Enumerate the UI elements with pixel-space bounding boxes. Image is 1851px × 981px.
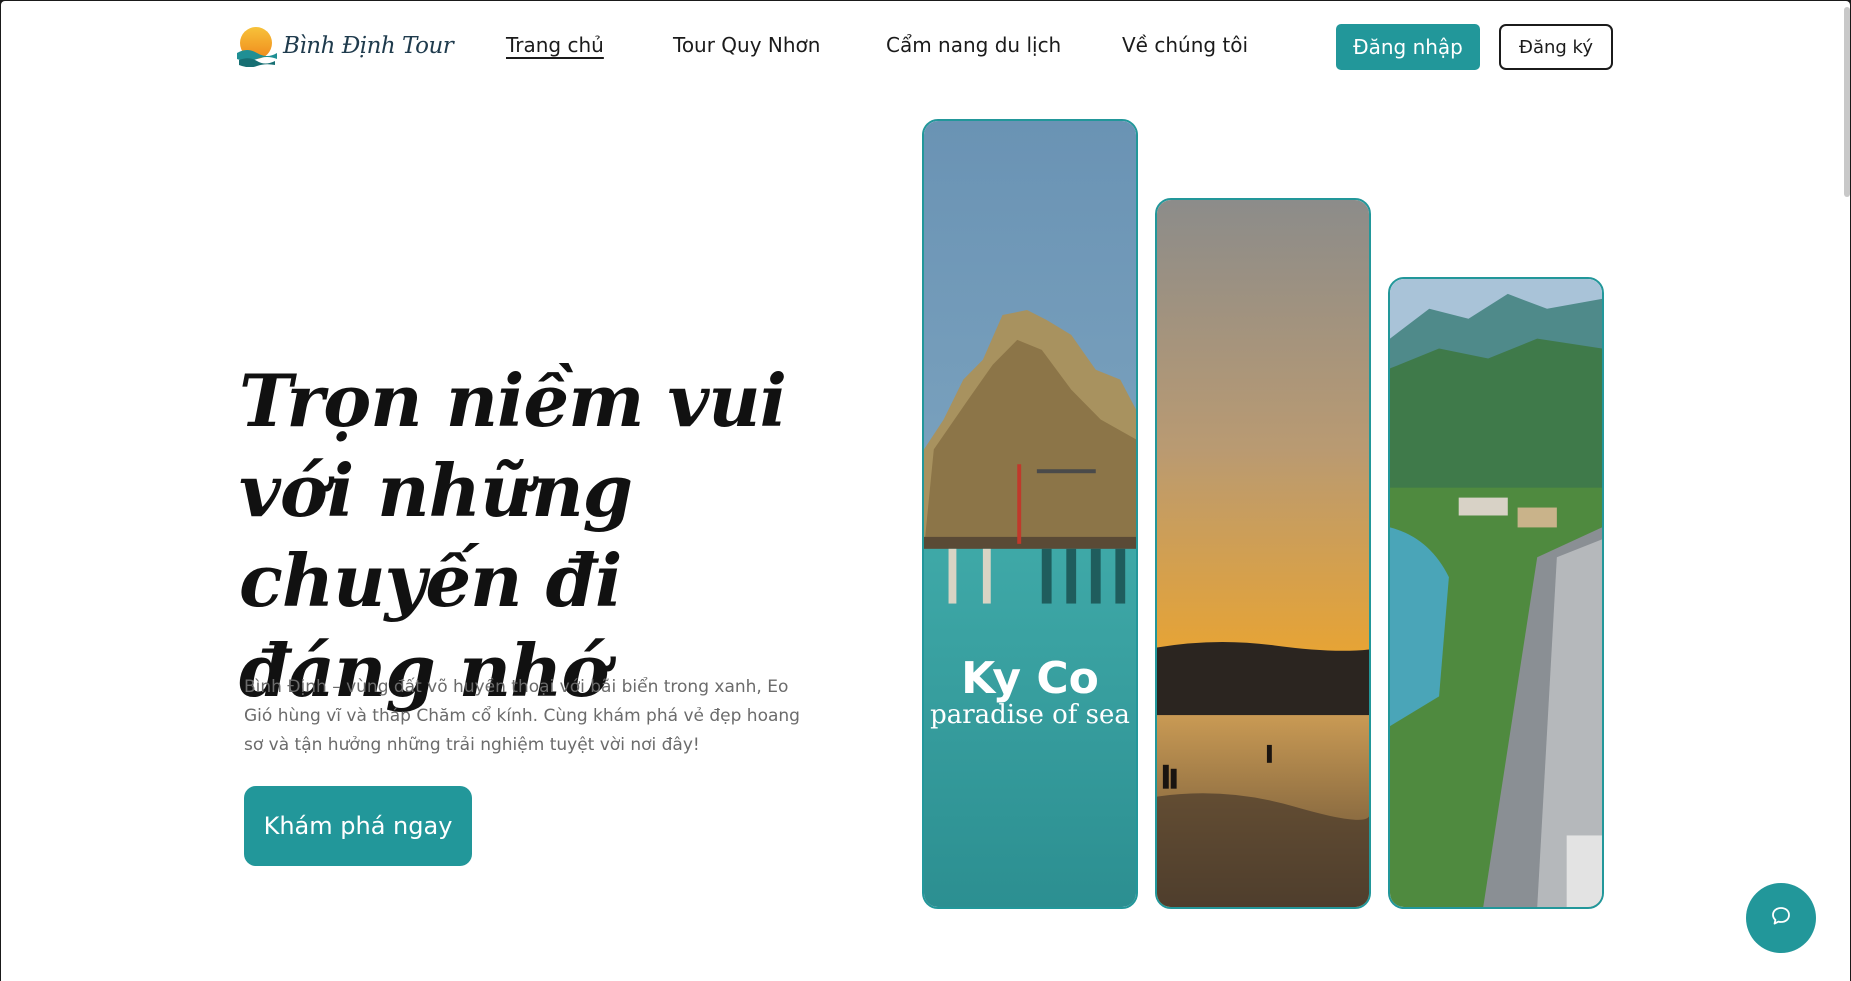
brand-name: Bình Định Tour bbox=[283, 33, 454, 59]
sunset-beach-photo bbox=[1157, 200, 1369, 907]
coastal-road-photo bbox=[1390, 279, 1602, 907]
card-caption-title: Ky Co bbox=[961, 653, 1099, 704]
nav-item-tours[interactable]: Tour Quy Nhơn bbox=[673, 33, 820, 57]
nav-item-about[interactable]: Về chúng tôi bbox=[1122, 33, 1248, 57]
login-button[interactable]: Đăng nhập bbox=[1336, 24, 1480, 70]
card-caption-subtitle: paradise of sea bbox=[930, 700, 1130, 730]
register-button[interactable]: Đăng ký bbox=[1499, 24, 1613, 70]
photo-card-coastal-road[interactable] bbox=[1388, 277, 1604, 909]
hero-description: Bình Định – vùng đất võ huyền thoại với … bbox=[244, 677, 800, 755]
chat-button[interactable] bbox=[1746, 883, 1816, 953]
explore-now-button[interactable]: Khám phá ngay bbox=[244, 786, 472, 866]
nav-item-home[interactable]: Trang chủ bbox=[506, 33, 604, 57]
nav-item-guide[interactable]: Cẩm nang du lịch bbox=[886, 33, 1061, 57]
ky-co-photo bbox=[924, 121, 1136, 907]
ky-co-caption: Ky Co paradise of sea bbox=[924, 653, 1136, 730]
sun-wave-logo-icon bbox=[235, 25, 277, 68]
chat-bubble-icon bbox=[1770, 905, 1792, 931]
hero-title: Trọn niềm vui với những chuyến đi đáng n… bbox=[239, 358, 787, 713]
photo-card-ky-co[interactable]: Ky Co paradise of sea bbox=[922, 119, 1138, 909]
brand-logo[interactable]: Bình Định Tour bbox=[235, 25, 454, 68]
page-scrollbar[interactable] bbox=[1844, 7, 1850, 197]
page: Bình Định Tour Trang chủ Tour Quy Nhơn C… bbox=[1, 1, 1850, 981]
photo-card-sunset-beach[interactable] bbox=[1155, 198, 1371, 909]
